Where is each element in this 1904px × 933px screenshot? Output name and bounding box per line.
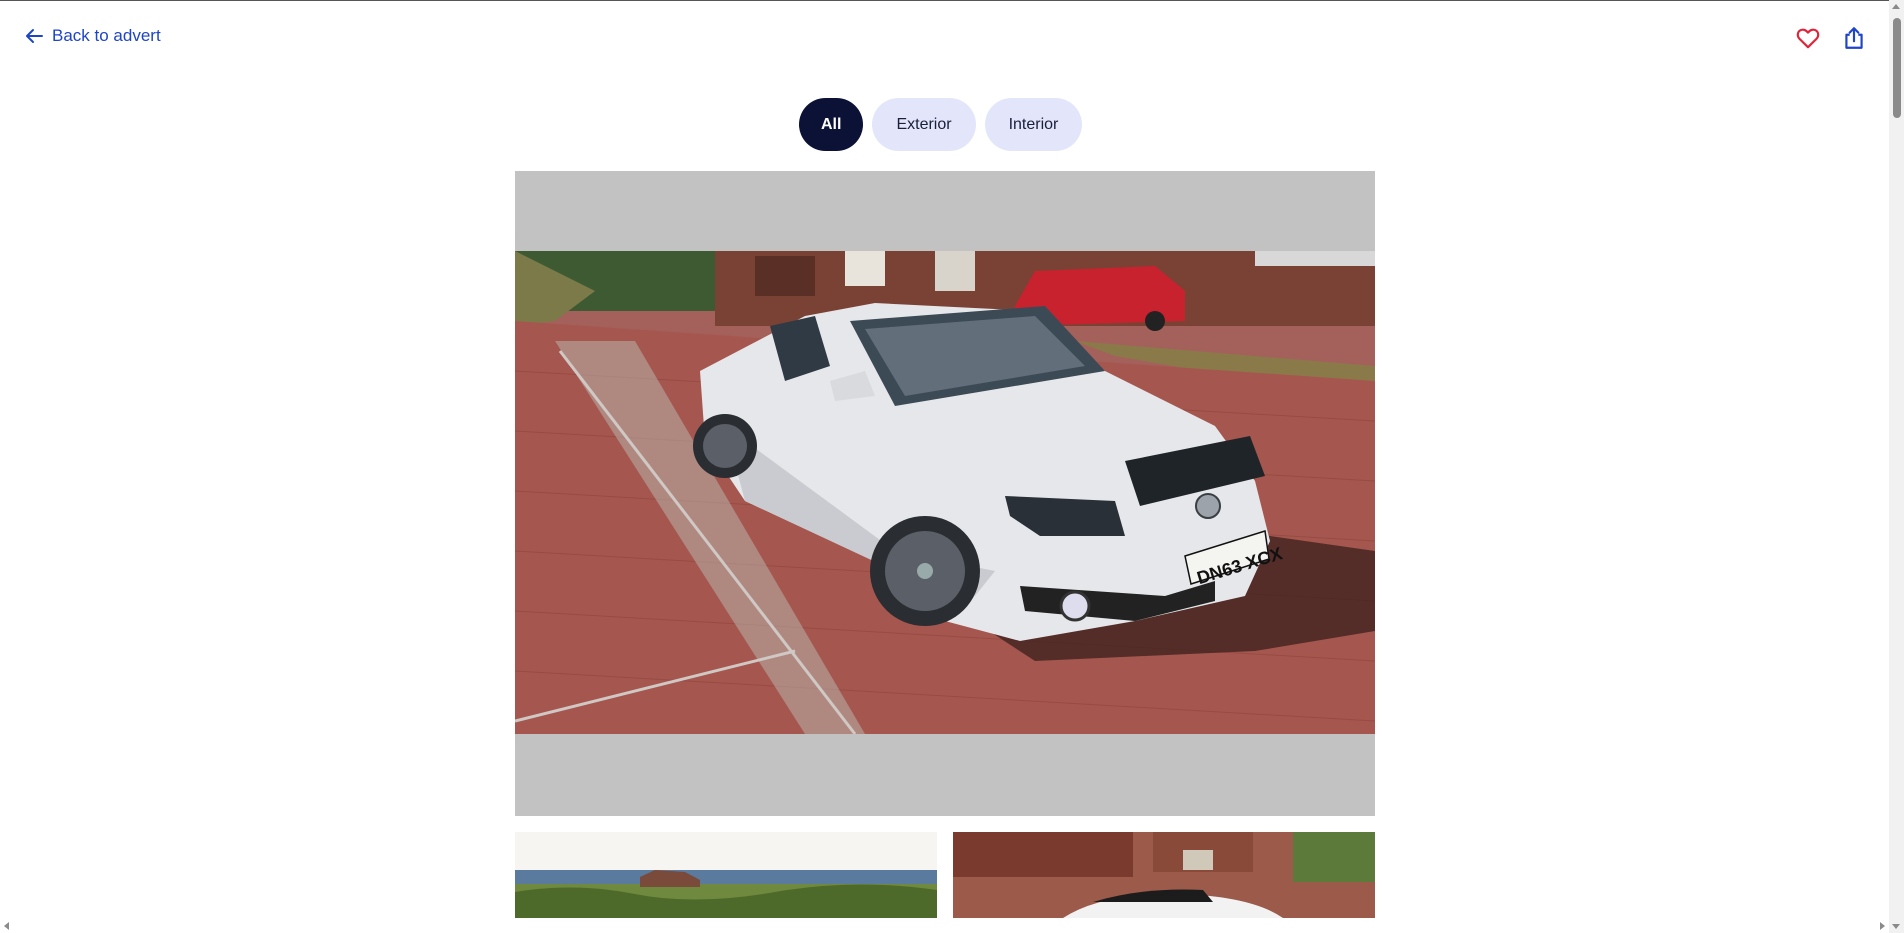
back-to-advert-link[interactable]: Back to advert: [24, 26, 161, 46]
scroll-down-icon[interactable]: [1892, 924, 1900, 929]
back-to-advert-label: Back to advert: [52, 26, 161, 45]
heart-icon: [1796, 28, 1820, 49]
horizontal-scrollbar[interactable]: [0, 918, 1889, 933]
favourite-button[interactable]: [1794, 24, 1822, 52]
share-icon: [1845, 27, 1863, 49]
tab-exterior[interactable]: Exterior: [872, 98, 976, 151]
scroll-left-icon[interactable]: [4, 922, 9, 930]
thumbnail-photo-illustration: [953, 832, 1375, 918]
tab-interior[interactable]: Interior: [984, 98, 1083, 151]
car-photo-illustration: DN63 XCX: [515, 251, 1375, 734]
vertical-scrollbar[interactable]: [1889, 0, 1904, 933]
main-gallery-photo[interactable]: DN63 XCX: [515, 171, 1375, 816]
photo-filter-tabs: All Exterior Interior: [799, 98, 1083, 151]
scroll-up-icon[interactable]: [1892, 4, 1900, 9]
header-actions: [1794, 24, 1868, 52]
gallery-thumbnail[interactable]: [515, 832, 937, 918]
thumbnail-photo-illustration: [515, 870, 937, 918]
share-button[interactable]: [1840, 24, 1868, 52]
gallery-thumbnail[interactable]: [953, 832, 1375, 918]
arrow-left-icon: [26, 29, 43, 43]
window-top-border: [0, 0, 1904, 1]
scrollbar-thumb[interactable]: [1893, 18, 1901, 118]
tab-all[interactable]: All: [799, 98, 864, 151]
scroll-right-icon[interactable]: [1880, 922, 1885, 930]
